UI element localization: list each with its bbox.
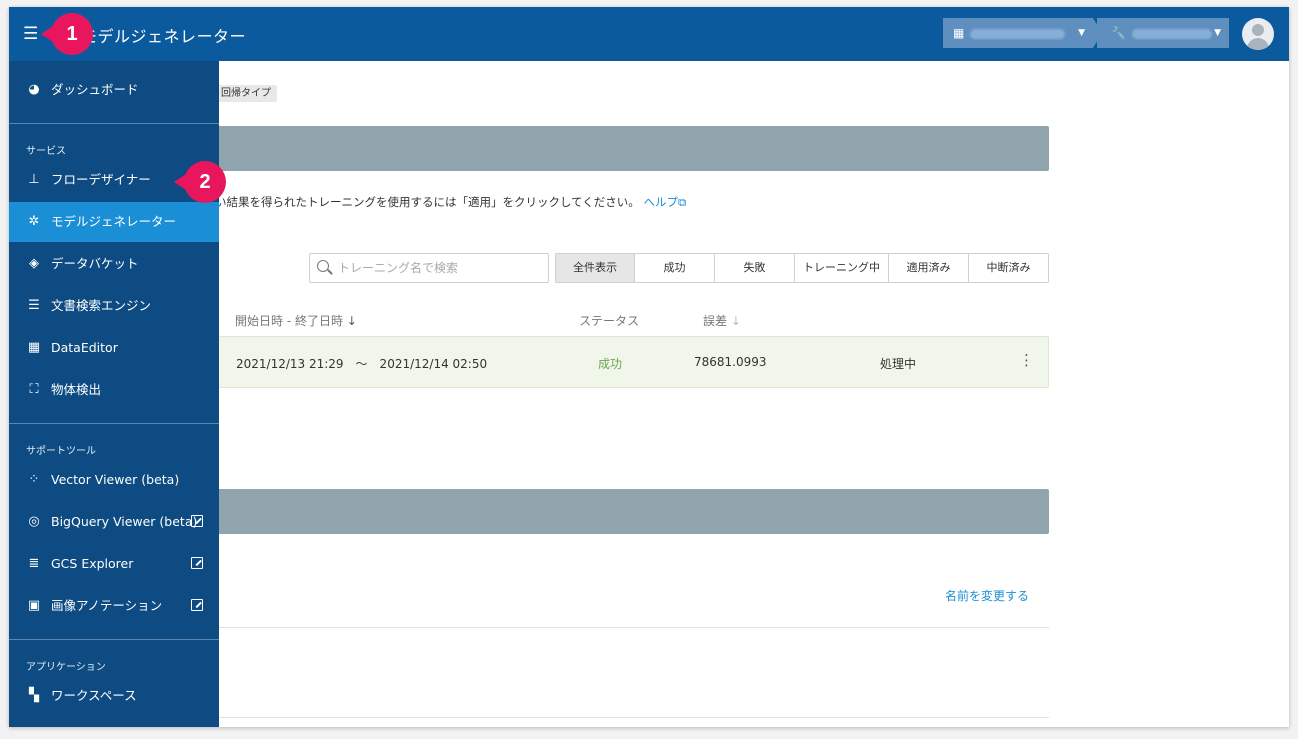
column-header-error[interactable]: 誤差 ↓ — [703, 312, 741, 329]
sidebar-item-gcs-explorer[interactable]: ≣ GCS Explorer — [9, 544, 219, 584]
document-search-icon: ☰ — [28, 298, 40, 313]
sidebar-item-data-bucket[interactable]: ◈ データバケット — [9, 244, 219, 284]
section-label-support-tools: サポートツール — [26, 446, 96, 457]
more-options-icon[interactable]: ⋮ — [1019, 351, 1034, 369]
filter-applied[interactable]: 適用済み — [889, 254, 969, 282]
page-title: モデルジェネレーター — [81, 27, 247, 46]
external-link-icon — [191, 557, 203, 569]
rename-link[interactable]: 名前を変更する — [945, 587, 1029, 604]
info-message: い結果を得られたトレーニングを使用するには「適用」をクリックしてください。 — [215, 195, 640, 209]
divider — [209, 627, 1049, 628]
sidebar-item-vector-viewer[interactable]: ⁘ Vector Viewer (beta) — [9, 460, 219, 500]
filter-all[interactable]: 全件表示 — [556, 254, 635, 282]
section-header-bar — [209, 489, 1049, 534]
search-input[interactable] — [338, 259, 538, 277]
network-icon: ✲ — [28, 214, 40, 229]
help-link[interactable]: ヘルプ⧉ — [643, 195, 686, 209]
sidebar-item-model-generator[interactable]: ✲ モデルジェネレーター — [9, 202, 219, 242]
sitemap-icon: ⊥ — [28, 172, 40, 187]
dashboard-icon: ◕ — [28, 82, 40, 97]
sidebar-item-data-editor[interactable]: ▦ DataEditor — [9, 328, 219, 368]
table-row[interactable]: 2021/12/13 21:29 〜 2021/12/14 02:50 成功 7… — [209, 336, 1049, 388]
filter-success[interactable]: 成功 — [635, 254, 715, 282]
info-text: い結果を得られたトレーニングを使用するには「適用」をクリックしてください。 ヘル… — [215, 194, 686, 210]
callout-marker-1: 1 — [41, 13, 101, 55]
sidebar-item-dashboard[interactable]: ◕ ダッシュボード — [9, 70, 219, 110]
bigquery-icon: ◎ — [28, 514, 40, 529]
scatter-icon: ⁘ — [28, 472, 40, 487]
user-avatar[interactable] — [1242, 18, 1274, 50]
chevron-down-icon: ▼ — [1214, 28, 1221, 38]
chevron-down-icon: ▼ — [1078, 28, 1085, 38]
avatar-head — [1252, 24, 1264, 36]
external-link-icon — [191, 599, 203, 611]
avatar-body — [1247, 38, 1269, 50]
section-header-bar — [209, 126, 1049, 171]
status-filter-group: 全件表示 成功 失敗 トレーニング中 適用済み 中断済み — [555, 253, 1049, 283]
image-icon: ▣ — [27, 598, 41, 613]
filter-training[interactable]: トレーニング中 — [795, 254, 889, 282]
column-header-datetime[interactable]: 開始日時 - 終了日時 ↓ — [235, 312, 357, 329]
search-box[interactable] — [309, 253, 549, 283]
external-link-icon — [191, 515, 203, 527]
sidebar-item-document-search[interactable]: ☰ 文書検索エンジン — [9, 286, 219, 326]
building-icon: ▦ — [953, 26, 965, 40]
divider — [9, 639, 219, 640]
divider — [209, 717, 1049, 718]
arrow-down-icon: ↓ — [346, 314, 357, 328]
row-error: 78681.0993 — [694, 355, 767, 369]
section-label-services: サービス — [26, 146, 66, 157]
project-name — [1131, 28, 1212, 39]
search-icon — [317, 260, 329, 272]
top-header: モデルジェネレーター ▦ ▼ 🔧 ▼ — [9, 7, 1289, 61]
project-selector[interactable]: 🔧 ▼ — [1097, 18, 1229, 48]
divider — [9, 423, 219, 424]
hamburger-menu-icon[interactable]: ☰ — [23, 25, 41, 43]
sidebar-item-workspace[interactable]: ▚ ワークスペース — [9, 676, 219, 716]
column-header-status[interactable]: ステータス — [579, 312, 639, 329]
storage-icon: ≣ — [28, 556, 40, 571]
grid-icon: ▚ — [29, 688, 39, 703]
app-window: モデルジェネレーター ▦ ▼ 🔧 ▼ 回帰タイプ い結果を得られたトレーニングを… — [9, 7, 1289, 727]
filter-failed[interactable]: 失敗 — [715, 254, 795, 282]
organization-name — [970, 28, 1066, 39]
divider — [9, 123, 219, 124]
section-label-applications: アプリケーション — [26, 662, 106, 673]
bucket-icon: ◈ — [29, 256, 39, 271]
filter-aborted[interactable]: 中断済み — [969, 254, 1048, 282]
sidebar-item-object-detection[interactable]: ⛶ 物体検出 — [9, 370, 219, 410]
table-icon: ▦ — [27, 340, 41, 355]
organization-selector[interactable]: ▦ ▼ — [943, 18, 1093, 48]
callout-marker-2: 2 — [174, 161, 234, 203]
row-datetime: 2021/12/13 21:29 〜 2021/12/14 02:50 — [236, 357, 488, 371]
sidebar-item-image-annotation[interactable]: ▣ 画像アノテーション — [9, 586, 219, 626]
row-status: 成功 — [598, 357, 623, 371]
sidebar-item-bigquery-viewer[interactable]: ◎ BigQuery Viewer (beta) — [9, 502, 219, 542]
arrow-down-icon: ↓ — [730, 314, 741, 328]
object-detection-icon: ⛶ — [29, 382, 39, 397]
wrench-icon: 🔧 — [1111, 26, 1126, 40]
row-state: 処理中 — [880, 357, 917, 371]
model-type-tag: 回帰タイプ — [209, 85, 277, 102]
